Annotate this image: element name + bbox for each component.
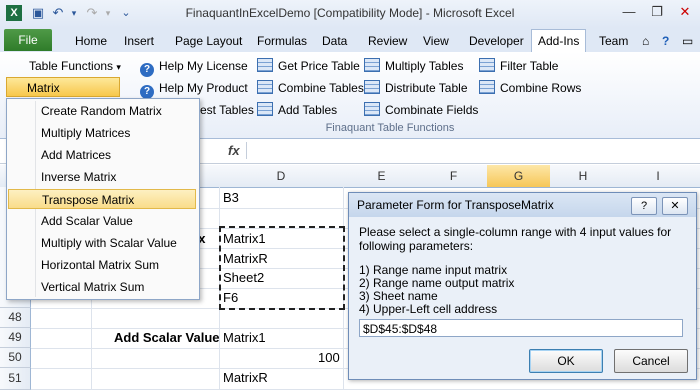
row-header-49[interactable]: 49 [0,328,31,348]
tab-insert[interactable]: Insert [122,31,156,51]
table-icon [364,102,380,116]
table-icon [479,80,495,94]
combinate-fields-button[interactable]: Combinate Fields [364,101,478,119]
help-icon[interactable]: ? [660,31,671,51]
cell-d-matrix1[interactable]: Matrix1 [223,231,266,246]
combine-tables-button[interactable]: Combine Tables [257,79,364,97]
column-header-d[interactable]: D [219,165,344,188]
range-input[interactable]: $D$45:$D$48 [359,319,683,337]
menu-item-horizontal-matrix-sum[interactable]: Horizontal Matrix Sum [8,255,196,275]
matrix-functions-menu: Create Random Matrix Multiply Matrices A… [6,98,200,300]
combine-rows-button[interactable]: Combine Rows [479,79,581,97]
distribute-table-button[interactable]: Distribute Table [364,79,468,97]
tab-data[interactable]: Data [320,31,349,51]
window-controls-icon[interactable]: ▭ [680,31,695,51]
table-icon [257,58,273,72]
close-window-icon[interactable]: ✕ [672,2,698,22]
menu-item-multiply-scalar-value[interactable]: Multiply with Scalar Value [8,233,196,253]
dialog-param-list: 1) Range name input matrix 2) Range name… [359,264,514,316]
insert-function-icon[interactable]: fx [228,143,240,158]
cell-d-f6[interactable]: F6 [223,290,238,305]
cell-d-sheet2[interactable]: Sheet2 [223,270,264,285]
row-header-48[interactable]: 48 [0,308,31,328]
dialog-help-button[interactable]: ? [631,197,657,215]
table-functions-button[interactable]: Table Functions ▾ [22,55,128,77]
combinate-fields-label: Combinate Fields [385,103,479,117]
multiply-tables-button[interactable]: Multiply Tables [364,57,463,75]
column-header-f[interactable]: F [420,165,488,188]
cell-c-add-scalar-label[interactable]: Add Scalar Value [114,330,220,345]
collapse-ribbon-icon[interactable]: ⌂ [640,31,651,51]
column-header-h[interactable]: H [550,165,617,188]
cell-d-row50[interactable]: Matrix1 [223,330,266,345]
test-tables-button[interactable]: est Tables [200,101,254,119]
table-icon [364,80,380,94]
multiply-tables-label: Multiply Tables [385,59,464,73]
menu-item-add-scalar-value[interactable]: Add Scalar Value [8,211,196,231]
dialog-close-icon[interactable]: ✕ [662,197,688,215]
parameter-form-dialog: Parameter Form for TransposeMatrix ? ✕ P… [348,192,697,380]
tab-add-ins[interactable]: Add-Ins [531,29,587,53]
filter-table-button[interactable]: Filter Table [479,57,558,75]
table-icon [479,58,495,72]
help-product-button[interactable]: ? Help My Product [140,79,248,99]
dialog-title: Parameter Form for TransposeMatrix [357,198,554,212]
help-license-button[interactable]: ? Help My License [140,57,248,77]
distribute-table-label: Distribute Table [385,81,468,95]
menu-item-create-random-matrix[interactable]: Create Random Matrix [8,101,196,121]
chevron-down-icon: ▾ [116,62,121,72]
menu-item-transpose-matrix[interactable]: Transpose Matrix [8,189,196,209]
dialog-title-bar: Parameter Form for TransposeMatrix ? ✕ [349,193,696,217]
combine-rows-label: Combine Rows [500,81,582,95]
tab-review[interactable]: Review [366,31,409,51]
dialog-description: Please select a single-column range with… [359,225,672,253]
table-icon [364,58,380,72]
tab-page-layout[interactable]: Page Layout [173,31,244,51]
tab-view[interactable]: View [421,31,451,51]
minimize-icon[interactable]: — [616,2,642,22]
tab-home[interactable]: Home [73,31,109,51]
row-header-51[interactable]: 51 [0,368,31,390]
formula-input[interactable] [246,142,697,159]
dialog-param-4: 4) Upper-Left cell address [359,302,498,316]
tab-formulas[interactable]: Formulas [255,31,309,51]
tab-file[interactable]: File [4,29,52,51]
cell-d-row51[interactable]: 100 [318,350,340,365]
maximize-icon[interactable]: ❐ [644,2,670,22]
tab-developer[interactable]: Developer [467,31,526,51]
combine-tables-label: Combine Tables [278,81,364,95]
column-header-g[interactable]: G [487,165,551,188]
cell-d-b3[interactable]: B3 [223,190,239,205]
cell-d-matrixr[interactable]: MatrixR [223,251,268,266]
help-product-label: Help My Product [159,81,248,95]
tab-team[interactable]: Team [597,31,630,51]
window-title: FinaquantInExcelDemo [Compatibility Mode… [185,6,515,20]
column-header-e[interactable]: E [343,165,421,188]
test-tables-label: est Tables [200,103,254,117]
help-icon: ? [140,63,154,77]
filter-table-label: Filter Table [500,59,559,73]
add-tables-button[interactable]: Add Tables [257,101,337,119]
table-icon [257,80,273,94]
cancel-button[interactable]: Cancel [614,349,688,373]
ribbon-tab-bar: File Home Insert Page Layout Formulas Da… [0,28,700,53]
menu-item-vertical-matrix-sum[interactable]: Vertical Matrix Sum [8,277,196,297]
menu-item-add-matrices[interactable]: Add Matrices [8,145,196,165]
menu-item-multiply-matrices[interactable]: Multiply Matrices [8,123,196,143]
matrix-functions-button[interactable]: Matrix Functions ▾ [6,77,120,115]
ok-button[interactable]: OK [529,349,603,373]
table-functions-label: Table Functions [29,59,114,73]
title-bar: X ▣ ↶ ▾ ↷ ▾ ⌄ FinaquantInExcelDemo [Comp… [0,0,700,28]
menu-item-inverse-matrix[interactable]: Inverse Matrix [8,167,196,187]
row-header-50[interactable]: 50 [0,348,31,368]
column-header-i[interactable]: I [616,165,700,188]
help-license-label: Help My License [159,59,248,73]
help-icon: ? [140,85,154,99]
table-icon [257,102,273,116]
get-price-table-button[interactable]: Get Price Table [257,57,360,75]
cell-d-row52[interactable]: MatrixR [223,370,268,385]
ribbon-group-label: Finaquant Table Functions [325,122,455,134]
add-tables-label: Add Tables [278,103,338,117]
get-price-table-label: Get Price Table [278,59,360,73]
